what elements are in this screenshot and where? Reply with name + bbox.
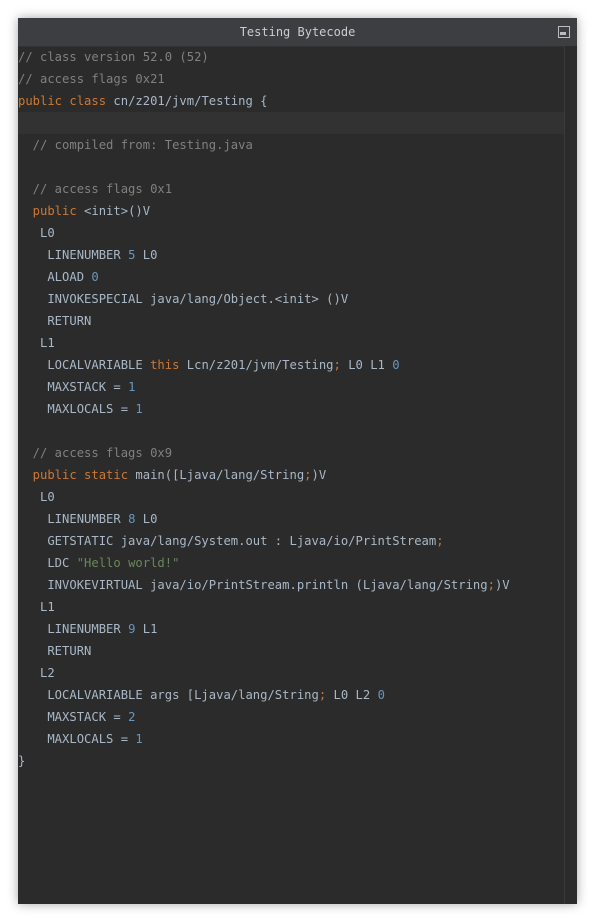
semicolon-token: ;	[333, 358, 341, 372]
code-token: MAXSTACK =	[18, 710, 129, 724]
code-line-15: LOCALVARIABLE this Lcn/z201/jvm/Testing;…	[18, 354, 577, 376]
number-token: 1	[135, 732, 143, 746]
code-token: LOCALVARIABLE args [Ljava/lang/String	[18, 688, 319, 702]
code-token: <init>()V	[76, 204, 151, 218]
code-token: L0	[135, 512, 158, 526]
code-line-23: GETSTATIC java/lang/System.out : Ljava/i…	[18, 530, 577, 552]
code-token: L0	[135, 248, 158, 262]
code-line-7: // access flags 0x1	[18, 182, 173, 196]
code-line-9: L0	[18, 226, 55, 240]
code-line-3: public class cn/z201/jvm/Testing {	[18, 90, 577, 112]
code-token: )V	[494, 578, 510, 592]
code-line-11: ALOAD 0	[18, 266, 577, 288]
code-token: LINENUMBER	[18, 248, 129, 262]
restore-window-icon[interactable]	[557, 25, 571, 39]
code-line-19: // access flags 0x9	[18, 446, 173, 460]
code-line-20: public static main([Ljava/lang/String;)V	[18, 464, 577, 486]
code-token: Lcn/z201/jvm/Testing	[179, 358, 334, 372]
code-line-12: INVOKESPECIAL java/lang/Object.<init> ()…	[18, 292, 349, 306]
code-line-8: public <init>()V	[18, 200, 577, 222]
code-line-24: LDC "Hello world!"	[18, 552, 577, 574]
code-line-1: // class version 52.0 (52)	[18, 50, 209, 64]
code-line-4-current	[18, 112, 577, 134]
code-token: L0 L1	[340, 358, 393, 372]
code-line-25: INVOKEVIRTUAL java/io/PrintStream.printl…	[18, 574, 577, 596]
number-token: 1	[128, 380, 136, 394]
code-line-5: // compiled from: Testing.java	[18, 138, 253, 152]
code-token: L1	[135, 622, 158, 636]
code-token: MAXLOCALS =	[18, 402, 136, 416]
code-token: ALOAD	[18, 270, 92, 284]
code-line-29: L2	[18, 666, 55, 680]
keyword-token: public static	[18, 468, 129, 482]
code-token: LDC	[18, 556, 77, 570]
code-line-2: // access flags 0x21	[18, 72, 165, 86]
code-token: LINENUMBER	[18, 622, 129, 636]
number-token: 0	[91, 270, 99, 284]
code-line-28: RETURN	[18, 644, 92, 658]
number-token: 0	[392, 358, 400, 372]
code-line-27: LINENUMBER 9 L1	[18, 618, 577, 640]
code-line-14: L1	[18, 336, 55, 350]
keyword-token: public class	[18, 94, 107, 108]
code-token: cn/z201/jvm/Testing {	[106, 94, 268, 108]
semicolon-token: ;	[304, 468, 312, 482]
semicolon-token: ;	[487, 578, 495, 592]
code-token: GETSTATIC java/lang/System.out : Ljava/i…	[18, 534, 437, 548]
code-line-17: MAXLOCALS = 1	[18, 398, 577, 420]
code-line-30: LOCALVARIABLE args [Ljava/lang/String; L…	[18, 684, 577, 706]
keyword-token: this	[150, 358, 180, 372]
number-token: 2	[128, 710, 136, 724]
title-bar: Testing Bytecode	[18, 18, 577, 47]
code-line-13: RETURN	[18, 314, 92, 328]
code-line-32: MAXLOCALS = 1	[18, 728, 577, 750]
code-line-22: LINENUMBER 8 L0	[18, 508, 577, 530]
code-token: L0 L2	[326, 688, 378, 702]
code-token: INVOKEVIRTUAL java/io/PrintStream.printl…	[18, 578, 488, 592]
bytecode-editor[interactable]: // class version 52.0 (52) // access fla…	[18, 46, 577, 904]
keyword-token: public	[18, 204, 77, 218]
code-line-10: LINENUMBER 5 L0	[18, 244, 577, 266]
number-token: 1	[135, 402, 143, 416]
code-token: MAXLOCALS =	[18, 732, 136, 746]
code-token: LOCALVARIABLE	[18, 358, 151, 372]
code-line-21: L0	[18, 490, 55, 504]
semicolon-token: ;	[436, 534, 444, 548]
number-token: 0	[377, 688, 385, 702]
code-line-31: MAXSTACK = 2	[18, 706, 577, 728]
code-token: MAXSTACK =	[18, 380, 129, 394]
bytecode-window: Testing Bytecode // class version 52.0 (…	[18, 18, 577, 904]
code-token: )V	[311, 468, 327, 482]
vertical-scrollbar[interactable]	[564, 46, 577, 904]
code-token: LINENUMBER	[18, 512, 129, 526]
code-line-33: }	[18, 754, 26, 768]
string-token: "Hello world!"	[76, 556, 180, 570]
code-token: main([Ljava/lang/String	[128, 468, 305, 482]
code-line-26: L1	[18, 600, 55, 614]
window-title: Testing Bytecode	[239, 25, 356, 39]
code-line-16: MAXSTACK = 1	[18, 376, 577, 398]
